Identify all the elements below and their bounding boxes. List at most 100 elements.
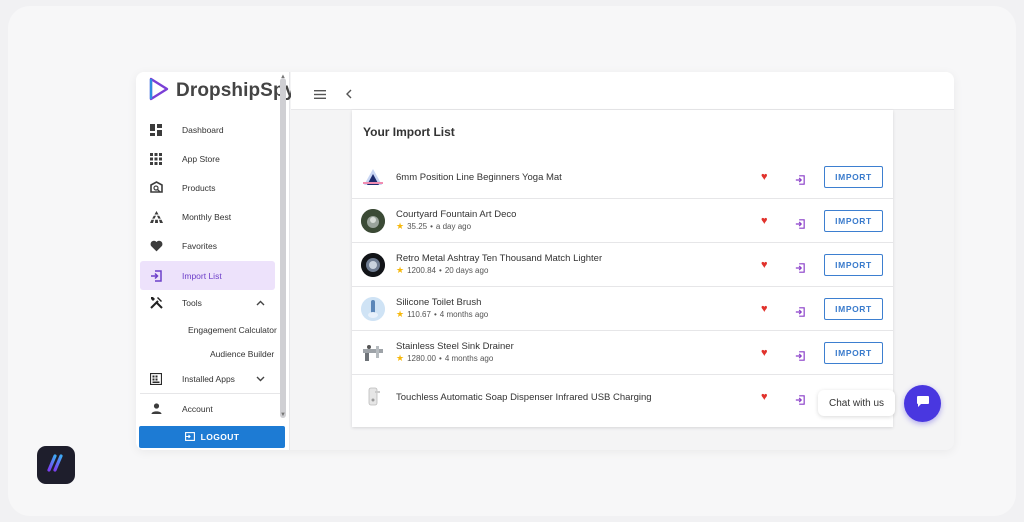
sidebar-item-monthly-best[interactable]: Monthly Best (140, 202, 275, 231)
sidebar-item-label: Dashboard (182, 124, 224, 135)
favorite-heart-icon[interactable]: ♥ (761, 303, 768, 315)
product-name[interactable]: 6mm Position Line Beginners Yoga Mat (396, 172, 562, 183)
sidebar-item-label: Products (182, 182, 216, 193)
list-item: Silicone Toilet Brush ★ 110.67 • 4 month… (352, 287, 893, 331)
product-thumbnail[interactable] (361, 385, 385, 409)
grid-apps-icon (144, 152, 168, 165)
product-price: 1200.84 (407, 266, 436, 275)
import-button[interactable]: IMPORT (824, 210, 883, 232)
product-age: 20 days ago (444, 266, 489, 275)
import-button[interactable]: IMPORT (824, 166, 883, 188)
sidebar-scrollbar[interactable] (280, 78, 286, 418)
import-button[interactable]: IMPORT (824, 254, 883, 276)
product-name[interactable]: Touchless Automatic Soap Dispenser Infra… (396, 392, 652, 403)
top-bar (291, 72, 954, 110)
meta-separator: • (439, 354, 442, 363)
import-icon[interactable] (795, 348, 805, 361)
meta-separator: • (439, 266, 442, 275)
installed-apps-icon (144, 372, 168, 385)
chat-icon (916, 395, 930, 413)
product-meta: ★ 110.67 • 4 months ago (396, 309, 488, 320)
favorite-heart-icon[interactable]: ♥ (761, 347, 768, 359)
collapse-back-icon[interactable] (346, 86, 352, 104)
scroll-down-arrow-icon[interactable]: ▼ (280, 412, 286, 418)
star-icon: ★ (396, 353, 405, 363)
chevron-down-icon (256, 374, 265, 384)
logo-text: DropshipSpy (176, 80, 296, 101)
product-name[interactable]: Retro Metal Ashtray Ten Thousand Match L… (396, 253, 602, 264)
import-button[interactable]: IMPORT (824, 298, 883, 320)
product-name[interactable]: Silicone Toilet Brush (396, 297, 481, 308)
brand-badge-logo (37, 446, 75, 484)
import-icon (144, 269, 168, 282)
product-thumbnail[interactable] (361, 165, 385, 189)
sidebar-item-account[interactable]: Account (140, 394, 275, 423)
product-thumbnail[interactable] (361, 253, 385, 277)
favorite-heart-icon[interactable]: ♥ (761, 391, 768, 403)
list-item: Retro Metal Ashtray Ten Thousand Match L… (352, 243, 893, 287)
dashboard-icon (144, 123, 168, 136)
meta-separator: • (430, 222, 433, 231)
product-thumbnail[interactable] (361, 341, 385, 365)
favorite-heart-icon[interactable]: ♥ (761, 171, 768, 183)
import-icon[interactable] (795, 172, 805, 185)
tools-icon (144, 296, 168, 309)
logout-label: LOGOUT (200, 432, 240, 442)
heart-icon (144, 240, 168, 252)
import-icon[interactable] (795, 304, 805, 317)
sidebar-item-label: Favorites (182, 240, 217, 251)
favorite-heart-icon[interactable]: ♥ (761, 215, 768, 227)
sidebar-item-products[interactable]: Products (140, 173, 275, 202)
sidebar-item-dashboard[interactable]: Dashboard (140, 115, 275, 144)
chevron-up-icon (256, 298, 265, 308)
hamburger-menu-icon[interactable] (314, 86, 326, 104)
product-meta: ★ 1280.00 • 4 months ago (396, 353, 493, 364)
product-name[interactable]: Courtyard Fountain Art Deco (396, 209, 516, 220)
sidebar-item-label: Import List (182, 270, 222, 281)
import-list-card: Your Import List 6mm Position Line Begin… (352, 110, 893, 427)
chat-launcher-button[interactable] (904, 385, 941, 422)
account-icon (144, 403, 168, 414)
favorite-heart-icon[interactable]: ♥ (761, 259, 768, 271)
sidebar-item-tools[interactable]: Tools (140, 288, 275, 317)
sidebar-item-app-store[interactable]: App Store (140, 144, 275, 173)
product-age: a day ago (435, 222, 472, 231)
pyramid-icon (144, 210, 168, 223)
sidebar-item-label: Monthly Best (182, 211, 232, 222)
sidebar-item-installed-apps[interactable]: Installed Apps (140, 364, 275, 393)
import-icon[interactable] (795, 260, 805, 273)
list-item: Courtyard Fountain Art Deco ★ 35.25 • a … (352, 199, 893, 243)
product-thumbnail[interactable] (361, 209, 385, 233)
product-meta: ★ 35.25 • a day ago (396, 221, 471, 232)
list-item: 6mm Position Line Beginners Yoga Mat ♥ I… (352, 155, 893, 199)
sidebar-item-label: Account (182, 403, 213, 414)
page-title: Your Import List (363, 125, 455, 139)
product-thumbnail[interactable] (361, 297, 385, 321)
list-item: Touchless Automatic Soap Dispenser Infra… (352, 375, 893, 419)
meta-separator: • (433, 310, 437, 319)
sidebar-item-favorites[interactable]: Favorites (140, 231, 275, 260)
product-price: 35.25 (407, 222, 428, 231)
import-icon[interactable] (795, 392, 805, 405)
product-age: 4 months ago (439, 310, 489, 319)
sidebar-item-import-list[interactable]: Import List (140, 261, 275, 290)
chat-with-us-bubble[interactable]: Chat with us (818, 390, 895, 416)
product-price: 110.67 (407, 310, 431, 319)
import-icon[interactable] (795, 216, 805, 229)
import-button[interactable]: IMPORT (824, 342, 883, 364)
logout-button[interactable]: LOGOUT (139, 426, 285, 448)
product-name[interactable]: Stainless Steel Sink Drainer (396, 341, 514, 352)
sidebar-item-label: App Store (182, 153, 220, 164)
sidebar-item-label: Installed Apps (182, 373, 235, 384)
sidebar-item-label: Tools (182, 297, 202, 308)
sidebar-subitem-audience-builder[interactable]: Audience Builder (210, 349, 274, 359)
star-icon: ★ (396, 309, 405, 319)
sidebar-subitem-engagement-calculator[interactable]: Engagement Calculator (188, 325, 277, 335)
product-meta: ★ 1200.84 • 20 days ago (396, 265, 488, 276)
product-price: 1280.00 (407, 354, 436, 363)
dropshipspy-logo-icon (148, 77, 170, 106)
scroll-up-arrow-icon[interactable]: ▲ (280, 74, 286, 80)
star-icon: ★ (396, 265, 405, 275)
star-icon: ★ (396, 221, 405, 231)
app-logo[interactable]: DropshipSpy (148, 77, 296, 106)
